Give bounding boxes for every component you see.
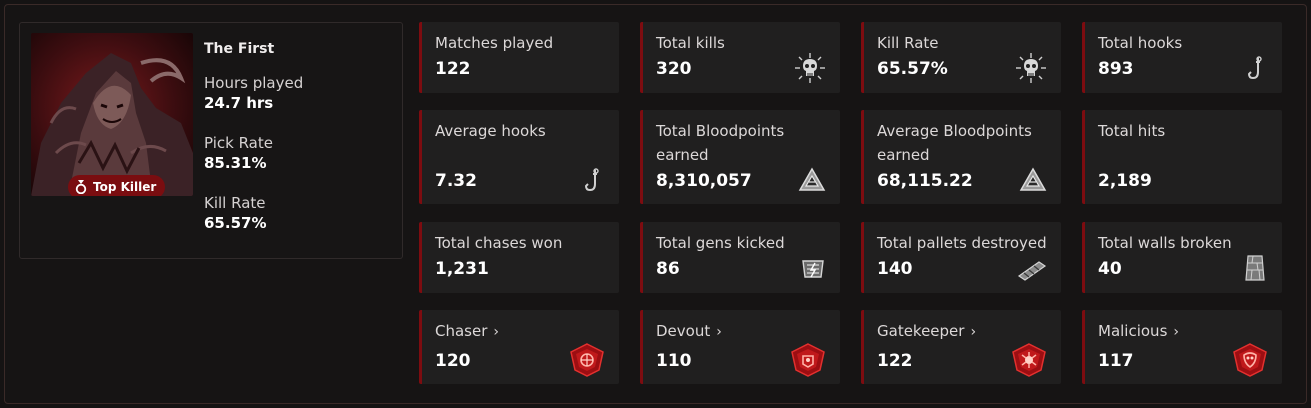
tile-devout[interactable]: Devout › 110 — [640, 310, 840, 384]
tile-label: Matches played — [435, 34, 554, 52]
tile-label: Chaser › — [435, 319, 610, 344]
tile-gatekeeper[interactable]: Gatekeeper › 122 — [861, 310, 1061, 384]
tile-value: 65.57% — [877, 59, 948, 79]
badge-label: Top Killer — [93, 180, 157, 194]
tile-value: 122 — [877, 351, 913, 371]
tile-label: Total hooks — [1098, 34, 1183, 52]
chevron-right-icon: › — [970, 324, 977, 340]
bloodpoints-icon — [1019, 167, 1047, 191]
tile-label: Total chases won — [435, 234, 563, 252]
tile-total-gens-kicked: Total gens kicked 86 — [640, 222, 840, 293]
pick-rate-value: 85.31% — [204, 154, 267, 172]
tile-label: Total pallets destroyed — [877, 234, 1047, 252]
chevron-right-icon: › — [493, 324, 499, 340]
emblem-icon — [570, 343, 604, 377]
tile-value: 110 — [656, 351, 692, 371]
tile-total-pallets-destroyed: Total pallets destroyed 140 — [861, 222, 1061, 293]
tile-total-bloodpoints: Total Bloodpoints earned 8,310,057 — [640, 110, 840, 204]
emblem-name: Gatekeeper — [877, 322, 965, 340]
tile-kill-rate: Kill Rate 65.57% — [861, 22, 1061, 93]
tile-value: 320 — [656, 59, 692, 79]
emblem-icon — [1012, 343, 1046, 377]
tile-label: Total Bloodpoints earned — [656, 122, 785, 164]
tile-value: 7.32 — [435, 171, 477, 191]
tile-malicious[interactable]: Malicious › 117 — [1082, 310, 1282, 384]
generator-icon — [802, 260, 824, 278]
chevron-right-icon: › — [716, 324, 722, 340]
chevron-right-icon: › — [1173, 324, 1179, 340]
top-killer-badge: Top Killer — [68, 175, 166, 196]
tile-value: 893 — [1098, 59, 1134, 79]
tile-value: 122 — [435, 59, 471, 79]
hook-icon — [1247, 56, 1262, 80]
tile-value: 86 — [656, 259, 680, 279]
tile-label: Total gens kicked — [656, 234, 785, 252]
medal-icon — [75, 180, 87, 194]
tile-label: Devout › — [656, 319, 831, 344]
killer-info: The First Hours played 24.7 hrs Pick Rat… — [204, 41, 394, 253]
tile-total-hooks: Total hooks 893 — [1082, 22, 1282, 93]
tile-total-walls-broken: Total walls broken 40 — [1082, 222, 1282, 293]
tile-label: Average Bloodpoints earned — [877, 122, 1032, 164]
tile-value: 68,115.22 — [877, 171, 973, 191]
pallet-icon — [1017, 261, 1047, 281]
tile-value: 1,231 — [435, 259, 489, 279]
killer-portrait: Top Killer — [31, 33, 193, 196]
skull-icon — [795, 53, 825, 83]
killer-name: The First — [204, 41, 275, 57]
tile-value: 120 — [435, 351, 471, 371]
hours-played-label: Hours played — [204, 74, 304, 92]
emblem-icon — [791, 343, 825, 377]
tile-value: 8,310,057 — [656, 171, 752, 191]
tile-total-kills: Total kills 320 — [640, 22, 840, 93]
emblem-icon — [1233, 343, 1267, 377]
tile-value: 140 — [877, 259, 913, 279]
wall-icon — [1245, 255, 1265, 281]
tile-label: Average hooks — [435, 122, 546, 140]
tile-chaser[interactable]: Chaser › 120 — [419, 310, 619, 384]
tile-label: Total hits — [1098, 122, 1166, 140]
pick-rate-label: Pick Rate — [204, 134, 273, 152]
hook-icon — [584, 168, 599, 192]
skull-icon — [1016, 53, 1046, 83]
kill-rate-value: 65.57% — [204, 214, 267, 232]
emblem-name: Devout — [656, 322, 711, 340]
kill-rate-label: Kill Rate — [204, 194, 266, 212]
emblem-name: Malicious — [1098, 322, 1168, 340]
tile-total-hits: Total hits 2,189 — [1082, 110, 1282, 204]
tile-label: Total walls broken — [1098, 234, 1232, 252]
tile-average-bloodpoints: Average Bloodpoints earned 68,115.22 — [861, 110, 1061, 204]
tile-value: 117 — [1098, 351, 1134, 371]
tile-label: Malicious › — [1098, 319, 1273, 344]
tile-value: 2,189 — [1098, 171, 1152, 191]
emblem-name: Chaser — [435, 322, 488, 340]
tile-label: Gatekeeper › — [877, 319, 1052, 344]
tile-value: 40 — [1098, 259, 1122, 279]
bloodpoints-icon — [798, 167, 826, 191]
tile-matches-played: Matches played 122 — [419, 22, 619, 93]
tile-total-chases-won: Total chases won 1,231 — [419, 222, 619, 293]
killer-profile-card: Top Killer The First Hours played 24.7 h… — [19, 22, 403, 259]
tile-average-hooks: Average hooks 7.32 — [419, 110, 619, 204]
hours-played-value: 24.7 hrs — [204, 94, 274, 112]
